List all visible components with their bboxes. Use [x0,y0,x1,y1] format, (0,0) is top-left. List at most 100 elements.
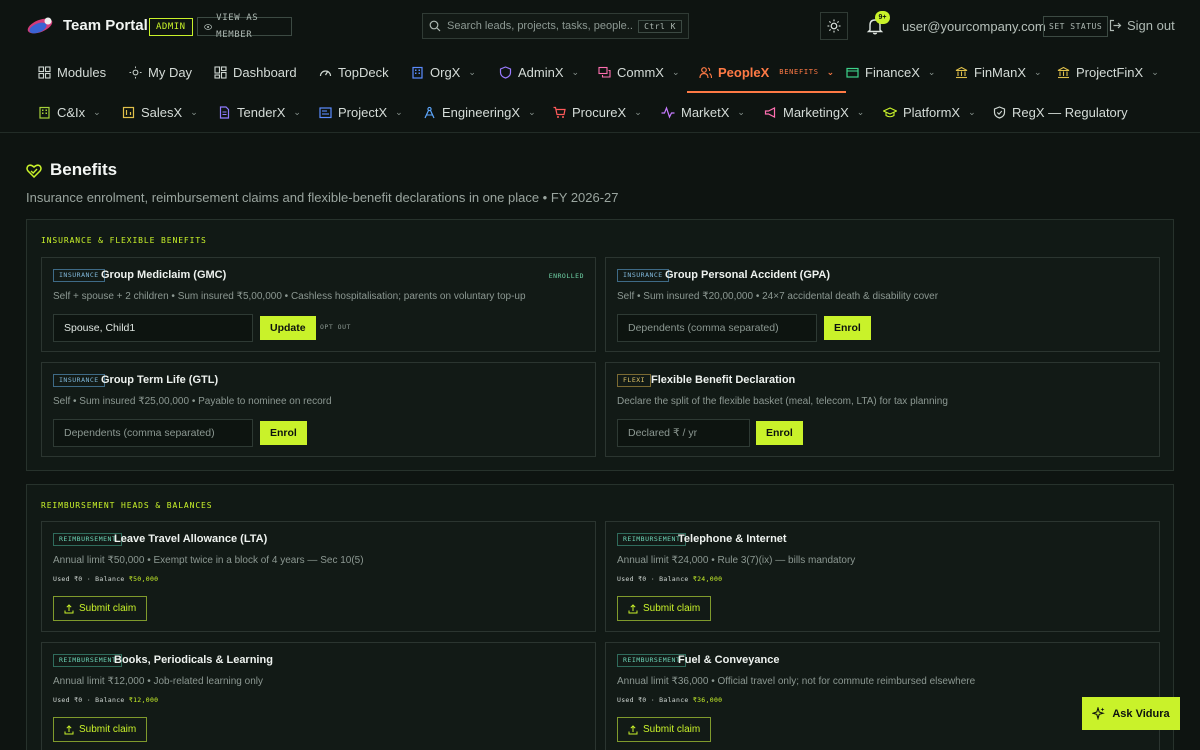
chevron-down-icon: ⌄ [671,66,680,77]
reimbursement-card-telephone: REIMBURSEMENT Telephone & Internet Annua… [605,521,1160,632]
card-tag: REIMBURSEMENT [53,654,123,667]
nav-item-dashboard[interactable]: Dashboard [214,53,297,91]
chevron-down-icon: ⌄ [93,106,101,117]
enrol-button[interactable]: Enrol [756,421,803,445]
card-title: Group Term Life (GTL) [101,374,219,386]
balance-value: ₹24,000 [692,575,723,583]
upload-icon [64,603,74,613]
nav-item-commx[interactable]: CommX ⌄ [598,53,680,91]
usage-summary: Used ₹0 · Balance ₹24,000 [617,575,723,583]
nav-item-projectfinx[interactable]: ProjectFinX ⌄ [1057,53,1159,91]
nav-item-projectx[interactable]: ProjectX ⌄ [319,93,403,131]
submit-claim-button[interactable]: Submit claim [53,596,148,621]
nav-label: SalesX [141,104,183,120]
page-title-text: Benefits [50,160,118,179]
submit-claim-label: Submit claim [643,603,701,614]
nav-label: RegX — Regulatory [1012,104,1128,120]
card-description: Declare the split of the flexible basket… [617,396,948,407]
sales-icon [122,106,135,118]
dashboard-icon [214,65,227,79]
dependents-input[interactable] [53,419,253,447]
card-tag: REIMBURSEMENT [53,533,123,546]
nav-item-platformx[interactable]: PlatformX ⌄ [883,93,976,131]
nav-item-orgx[interactable]: OrgX ⌄ [411,53,476,91]
search-input[interactable] [447,20,633,32]
building-icon [39,106,50,119]
card-description: Self • Sum insured ₹20,00,000 • 24×7 acc… [617,291,939,302]
upload-icon [628,603,638,613]
card-title: Leave Travel Allowance (LTA) [114,533,268,545]
upload-icon [64,724,74,734]
page-subtitle: Insurance enrolment, reimbursement claim… [26,190,619,205]
balance-label: Balance [95,696,125,704]
used-value: ₹0 [638,696,647,704]
nav-label: AdminX [518,64,564,80]
submit-claim-button[interactable]: Submit claim [617,717,712,742]
logo-icon[interactable] [26,16,54,36]
reimbursement-section: REIMBURSEMENT HEADS & BALANCES REIMBURSE… [26,484,1174,750]
search-bar[interactable]: Ctrl K [422,13,689,39]
chevron-down-icon: ⌄ [826,66,835,77]
nav-item-peoplex[interactable]: PeopleX BENEFITS ⌄ [686,53,847,93]
people-icon [699,66,712,78]
nav-label: CommX [617,64,664,80]
reimbursement-card-books: REIMBURSEMENT Books, Periodicals & Learn… [41,642,596,750]
set-status-button[interactable]: SET STATUS [1043,16,1109,37]
view-as-member-button[interactable]: VIEW AS MEMBER [197,13,292,40]
nav-label: TopDeck [338,64,389,80]
admin-badge: ADMIN [149,18,193,36]
submit-claim-button[interactable]: Submit claim [617,596,712,621]
chat-icon [598,66,611,78]
nav-item-my-day[interactable]: My Day [129,53,192,91]
enrol-button[interactable]: Enrol [260,421,307,445]
top-bar: Team Portal ADMIN VIEW AS MEMBER Ctrl K [0,0,1200,52]
nav-label: PeopleX [718,64,770,80]
chevron-down-icon: ⌄ [571,66,580,77]
declared-amount-input[interactable] [617,419,750,447]
chevron-down-icon: ⌄ [1034,66,1042,77]
nav-label: TenderX [237,104,286,120]
nav-item-cix[interactable]: C&Ix ⌄ [38,93,101,131]
view-as-member-label: VIEW AS MEMBER [216,12,259,40]
ask-vidura-button[interactable]: Ask Vidura [1082,697,1180,730]
dependents-input[interactable] [617,314,817,342]
nav-item-finmanx[interactable]: FinManX ⌄ [955,53,1042,91]
card-title: Group Mediclaim (GMC) [101,269,227,281]
submit-claim-button[interactable]: Submit claim [53,717,148,742]
nav-item-adminx[interactable]: AdminX ⌄ [499,53,579,91]
theme-toggle-button[interactable] [820,12,848,40]
update-button[interactable]: Update [260,316,316,340]
used-label: Used [53,696,70,704]
nav-item-modules[interactable]: Modules [38,53,106,91]
nav-item-regx[interactable]: RegX — Regulatory [993,93,1128,131]
grid-icon [38,65,51,79]
opt-out-link[interactable]: OPT OUT [320,323,351,331]
benefit-card-gmc: INSURANCE Group Mediclaim (GMC) ENROLLED… [41,257,596,352]
dependents-input[interactable] [53,314,253,342]
nav-item-engineeringx[interactable]: EngineeringX ⌄ [423,93,536,131]
nav-label: MarketingX [783,104,849,120]
bank-icon [1057,66,1070,78]
ask-vidura-label: Ask Vidura [1112,707,1170,720]
card-title: Group Personal Accident (GPA) [665,269,831,281]
chevron-down-icon: ⌄ [968,106,976,117]
nav-item-salesx[interactable]: SalesX ⌄ [122,93,198,131]
nav-item-procurex[interactable]: ProcureX ⌄ [553,93,642,131]
enrol-button[interactable]: Enrol [824,316,871,340]
nav-item-marketx[interactable]: MarketX ⌄ [661,93,745,131]
nav-item-topdeck[interactable]: TopDeck [319,53,389,91]
nav-item-tenderx[interactable]: TenderX ⌄ [218,93,301,131]
insurance-section: INSURANCE & FLEXIBLE BENEFITS INSURANCE … [26,219,1174,471]
nav-item-marketingx[interactable]: MarketingX ⌄ [764,93,864,131]
shield-icon [499,65,512,79]
user-email[interactable]: user@yourcompany.com [902,19,1046,34]
nav-label: EngineeringX [442,104,521,120]
benefit-card-gtl: INSURANCE Group Term Life (GTL) Self • S… [41,362,596,457]
card-tag: INSURANCE [53,374,105,387]
brand-name[interactable]: Team Portal [63,17,148,34]
nav-item-financex[interactable]: FinanceX ⌄ [846,53,935,91]
sign-out-button[interactable]: Sign out [1109,18,1175,33]
benefit-card-gpa: INSURANCE Group Personal Accident (GPA) … [605,257,1160,352]
chevron-down-icon: ⌄ [1151,66,1159,77]
compass-icon [424,106,435,118]
